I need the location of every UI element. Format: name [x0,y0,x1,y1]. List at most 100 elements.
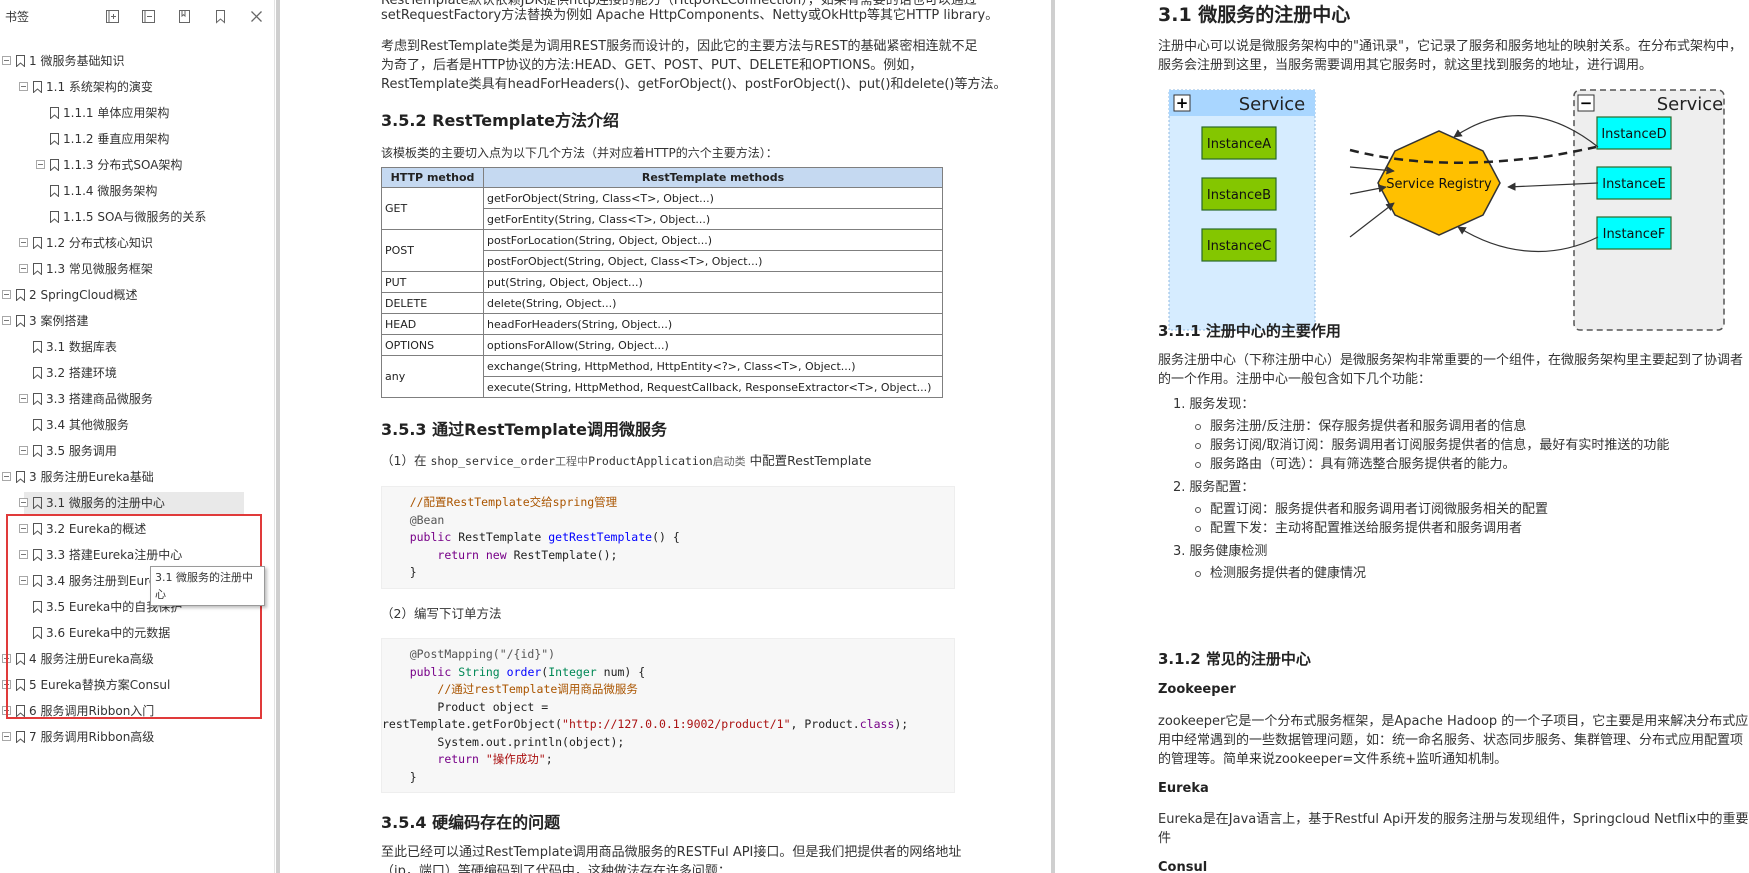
collapse-toggle-icon[interactable] [2,706,11,715]
list-bullet-text: 配置订阅：服务提供者和服务调用者订阅微服务相关的配置 [1210,502,1549,517]
list-bullet-text: 服务订阅/取消订阅：服务调用者订阅服务提供者的信息，最好有实时推送的功能 [1210,438,1670,453]
bookmark-label: 3.5 服务调用 [46,444,117,458]
bookmark-label: 6 服务调用Ribbon入门 [29,704,155,718]
collapse-toggle-icon[interactable] [2,290,11,299]
bookmark-item[interactable]: 3.4 其他微服务 [0,414,270,436]
code-text: Product object = [437,700,549,714]
bookmark-item[interactable]: 5 Eureka替换方案Consul [0,674,270,696]
paragraph-line: 注册中心可以说是微服务架构中的"通讯录"，它记录了服务和服务地址的映射关系。在分… [1158,39,1742,54]
collapse-toggle-icon[interactable] [19,446,28,455]
paragraph-line: 服务会注册到这里，当服务需要调用其它服务时，就这里找到服务的地址，进行调用。 [1158,58,1653,73]
close-icon[interactable] [238,2,274,30]
bookmark-item[interactable]: 3.6 Eureka中的元数据 [0,622,270,644]
bookmark-label: 4 服务注册Eureka高级 [29,652,154,666]
bookmark-icon [16,679,25,691]
bookmark-item[interactable]: 3.2 搭建环境 [0,362,270,384]
bookmark-item[interactable]: 3.3 搭建Eureka注册中心 [0,544,270,566]
bookmark-item[interactable]: 3.1 数据库表 [0,336,270,358]
collapse-toggle-icon[interactable] [2,680,11,689]
collapse-toggle-icon[interactable] [36,160,45,169]
collapse-toggle-icon[interactable] [2,316,11,325]
collapse-toggle-icon[interactable] [19,498,28,507]
paragraph-line: 考虑到RestTemplate类是为调用REST服务而设计的，因此它的主要方法与… [381,39,978,54]
bookmark-label: 1 微服务基础知识 [29,54,125,68]
collapse-toggle-icon[interactable] [19,524,28,533]
bookmark-item[interactable]: 3 服务注册Eureka基础 [0,466,270,488]
code-type: Integer [548,665,597,679]
section-heading: 3.5.2 RestTemplate方法介绍 [381,111,620,130]
http-method-cell: DELETE [381,292,484,314]
code-comment: //通过restTemplate调用商品微服务 [437,682,638,696]
collapse-toggle-icon[interactable] [2,472,11,481]
bookmark-icon [33,627,42,639]
bullet-icon [1195,443,1201,449]
rest-method-cell: execute(String, HttpMethod, RequestCallb… [483,376,943,398]
registry-name-eureka: Eureka [1158,781,1209,796]
chapter-heading: 3.1 微服务的注册中心 [1158,4,1351,26]
collapse-toggle-icon[interactable] [19,576,28,585]
bookmark-label: 7 服务调用Ribbon高级 [29,730,155,744]
bookmark-item[interactable]: 3.1 微服务的注册中心 [19,492,244,514]
collapse-all-icon[interactable] [130,2,166,30]
bookmark-item[interactable]: 1.1.5 SOA与微服务的关系 [0,206,270,228]
bookmark-label: 3.6 Eureka中的元数据 [46,626,171,640]
bookmark-icon [50,107,59,119]
collapse-toggle-icon[interactable] [19,238,28,247]
instance-left-label: InstanceA [1207,137,1271,152]
code-keyword: new [485,548,507,562]
rest-method-cell: getForObject(String, Class<T>, Object...… [483,187,943,209]
bookmark-item[interactable]: 1.1.3 分布式SOA架构 [0,154,270,176]
bookmark-label: 3.4 其他微服务 [46,418,129,432]
table-header-cell: HTTP method [381,167,484,188]
collapse-toggle-icon[interactable] [2,732,11,741]
bookmark-item[interactable]: 1.3 常见微服务框架 [0,258,270,280]
bookmark-icon [33,263,42,275]
bullet-icon [1195,462,1201,468]
collapse-toggle-icon[interactable] [19,264,28,273]
bullet-icon [1195,571,1201,577]
bookmark-item[interactable]: 3.2 Eureka的概述 [0,518,270,540]
bookmark-item[interactable]: 2 SpringCloud概述 [0,284,270,306]
bookmark-item[interactable]: 4 服务注册Eureka高级 [0,648,270,670]
bookmark-item[interactable]: 1.2 分布式核心知识 [0,232,270,254]
table-row: PUT put(String, Object, Object...) [381,271,943,293]
code-block-resttemplate-bean: //配置RestTemplate交给spring管理 @Bean public … [381,486,955,589]
rest-method-cell: getForEntity(String, Class<T>, Object...… [483,208,943,230]
bookmark-item[interactable]: 3 案例搭建 [0,310,270,332]
collapse-toggle-icon[interactable] [19,550,28,559]
registry-name-consul: Consul [1158,860,1208,873]
section-heading: 3.5.3 通过RestTemplate调用微服务 [381,420,668,439]
bookmark-icon [16,289,25,301]
paragraph-line: 件 [1158,831,1172,846]
add-bookmark-icon[interactable] [166,2,202,30]
expand-all-icon[interactable] [94,2,130,30]
step-one-text: （1）在 shop_service_order工程中ProductApplica… [381,451,871,471]
table-row: any exchange(String, HttpMethod, HttpEnti… [381,355,943,398]
splitter-left[interactable] [276,0,280,873]
table-row: GET getForObject(String, Class<T>, Object… [381,187,943,230]
bookmark-item[interactable]: 1.1.1 单体应用架构 [0,102,270,124]
rest-method-cell: headForHeaders(String, Object...) [483,313,943,335]
bookmark-label: 3.3 搭建Eureka注册中心 [46,548,183,562]
bookmark-icon [16,55,25,67]
bookmark-item[interactable]: 1.1 系统架构的演变 [0,76,270,98]
paragraph-line: setRequestFactory方法替换为例如 Apache HttpComp… [381,8,999,23]
paragraph-line: 为奇了，后者是HTTP协议的方法:HEAD、GET、POST、PUT、DELET… [381,58,923,73]
bookmark-item[interactable]: 1.1.2 垂直应用架构 [0,128,270,150]
bookmark-item[interactable]: 6 服务调用Ribbon入门 [0,700,270,722]
section-heading: 3.1.2 常见的注册中心 [1158,650,1311,668]
bookmark-item[interactable]: 3.3 搭建商品微服务 [0,388,270,410]
code-text: } [409,770,417,784]
bookmark-item[interactable]: 1.1.4 微服务架构 [0,180,270,202]
bookmark-item[interactable]: 7 服务调用Ribbon高级 [0,726,270,748]
table-row: OPTIONS optionsForAllow(String, Object...… [381,334,943,356]
bookmark-icon[interactable] [202,2,238,30]
collapse-toggle-icon[interactable] [19,82,28,91]
instance-right-label: InstanceE [1602,177,1666,192]
collapse-toggle-icon[interactable] [2,654,11,663]
collapse-toggle-icon[interactable] [2,56,11,65]
http-method-cell: PUT [381,271,484,293]
bookmark-item[interactable]: 3.5 服务调用 [0,440,270,462]
collapse-toggle-icon[interactable] [19,394,28,403]
bookmark-item[interactable]: 1 微服务基础知识 [0,50,270,72]
